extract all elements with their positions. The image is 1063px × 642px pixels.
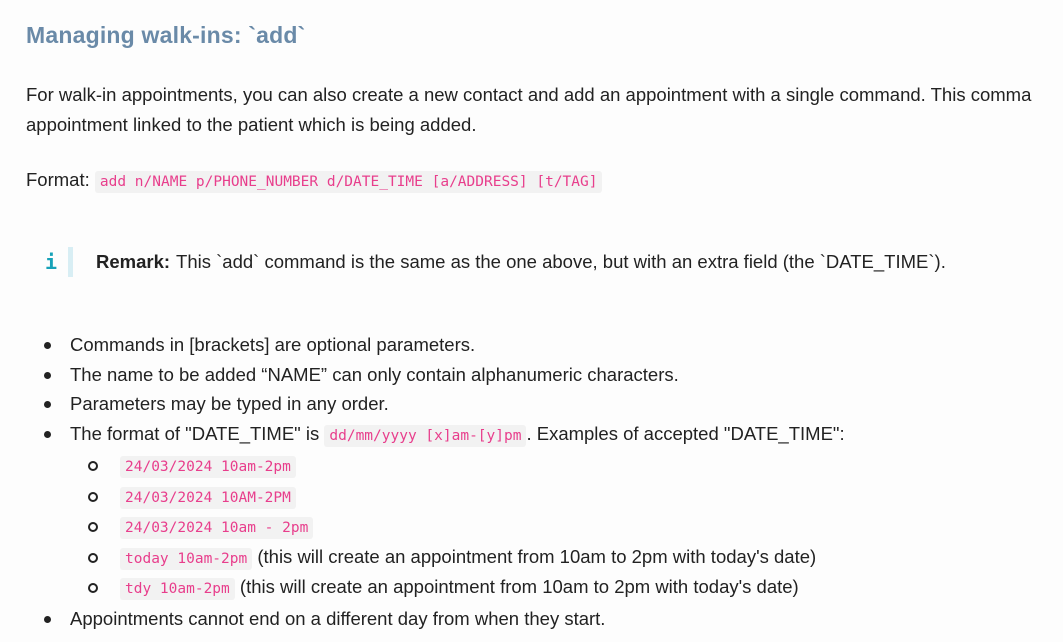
example-code: today 10am-2pm [120, 547, 253, 570]
remark-callout: i Remark: This `add` command is the same… [40, 246, 946, 278]
bullet-text: The name to be added “NAME” can only con… [70, 363, 679, 385]
list-item: Parameters may be typed in any order. [44, 389, 845, 419]
example-item: today 10am-2pm (this will create an appo… [88, 543, 845, 574]
info-icon: i [44, 250, 58, 274]
list-item: Appointments cannot end on a different d… [44, 604, 845, 634]
intro-paragraph: For walk-in appointments, you can also c… [26, 80, 1063, 140]
format-line: Format: add n/NAME p/PHONE_NUMBER d/DATE… [26, 166, 603, 196]
bullet-text: . Examples of accepted "DATE_TIME": [526, 422, 845, 444]
example-item: 24/03/2024 10am-2pm [88, 451, 845, 482]
notes-list: Commands in [brackets] are optional para… [44, 330, 845, 634]
examples-list: 24/03/2024 10am-2pm 24/03/2024 10AM-2PM … [70, 451, 845, 604]
intro-line-2: appointment linked to the patient which … [26, 114, 477, 135]
date-format-code: dd/mm/yyyy [x]am-[y]pm [324, 424, 527, 447]
bullet-text: The format of "DATE_TIME" is [70, 422, 320, 444]
example-code: 24/03/2024 10am-2pm [120, 456, 296, 478]
example-item: 24/03/2024 10am - 2pm [88, 512, 845, 543]
bullet-text: Commands in [brackets] are optional para… [70, 334, 476, 355]
callout-bar [68, 247, 73, 277]
example-code: 24/03/2024 10am - 2pm [120, 517, 314, 539]
example-item: 24/03/2024 10AM-2PM [88, 482, 845, 513]
format-label: Format: [26, 169, 90, 190]
section-heading: Managing walk-ins: `add` [26, 22, 306, 48]
example-code: tdy 10am-2pm [120, 578, 235, 600]
remark-text: This `add` command is the same as the on… [176, 251, 946, 272]
list-item: The name to be added “NAME” can only con… [44, 360, 845, 390]
example-note: (this will create an appointment from 10… [239, 576, 799, 597]
list-item: Commands in [brackets] are optional para… [44, 330, 845, 360]
list-item: The format of "DATE_TIME" is dd/mm/yyyy … [44, 419, 845, 604]
remark-label: Remark: [96, 251, 171, 272]
example-code: 24/03/2024 10AM-2PM [120, 486, 296, 509]
bullet-text: Parameters may be typed in any order. [70, 393, 389, 414]
format-code: add n/NAME p/PHONE_NUMBER d/DATE_TIME [a… [94, 171, 603, 193]
intro-line-1: For walk-in appointments, you can also c… [26, 84, 1032, 105]
example-item: tdy 10am-2pm (this will create an appoin… [88, 573, 845, 604]
bullet-text: Appointments cannot end on a different d… [70, 607, 606, 629]
example-note: (this will create an appointment from 10… [257, 545, 817, 567]
